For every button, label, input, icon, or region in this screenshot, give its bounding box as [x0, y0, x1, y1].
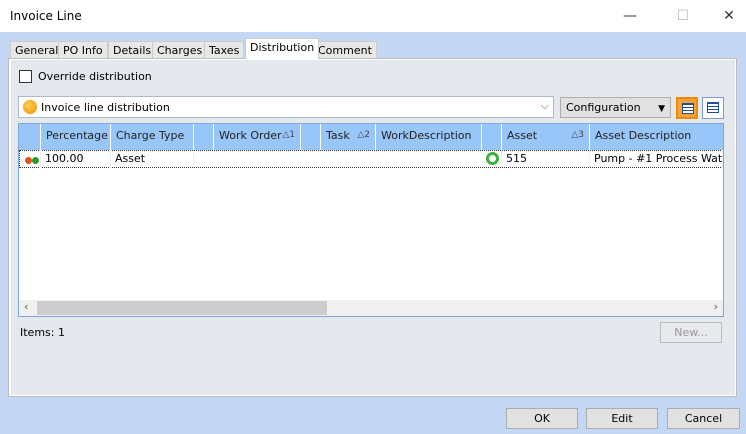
distribution-grid: Percentage Charge Type Work Order △1 Task…	[18, 123, 724, 317]
scroll-left-icon[interactable]: ‹	[24, 300, 28, 313]
detail-view-button[interactable]	[702, 97, 724, 119]
tab-general[interactable]: General	[10, 41, 64, 59]
close-button[interactable]: ✕	[719, 6, 739, 26]
scrollbar-thumb[interactable]	[37, 301, 327, 315]
cell-asset: 515	[502, 150, 590, 168]
header-blank-2[interactable]	[301, 124, 321, 150]
configuration-label: Configuration	[565, 101, 641, 114]
dropdown-arrow-icon: ▼	[658, 104, 666, 114]
window-title: Invoice Line	[10, 9, 82, 23]
cell-asset-description: Pump - #1 Process Water Pump	[590, 150, 723, 168]
tab-charges[interactable]: Charges	[152, 41, 208, 59]
configuration-button[interactable]: Configuration ▼	[560, 97, 671, 118]
header-work-description[interactable]: WorkDescription	[376, 124, 482, 150]
header-blank-3[interactable]	[482, 124, 502, 150]
sort-icon: △3	[571, 130, 584, 140]
cell-percentage: 100.00	[41, 150, 111, 168]
list-view-icon	[682, 103, 694, 114]
charge-type-icon	[21, 150, 41, 168]
chevron-down-icon[interactable]: ⌵	[541, 99, 549, 113]
header-task[interactable]: Task △2	[321, 124, 376, 150]
new-button[interactable]: New...	[660, 322, 722, 343]
header-work-order[interactable]: Work Order △1	[214, 124, 301, 150]
tab-distribution[interactable]: Distribution	[245, 38, 320, 59]
ok-button[interactable]: OK	[506, 408, 578, 429]
distribution-combo-value: Invoice line distribution	[41, 101, 170, 114]
edit-button[interactable]: Edit	[586, 408, 658, 429]
sort-icon: △1	[282, 130, 295, 140]
tab-comment[interactable]: Comment	[313, 41, 377, 59]
sort-icon: △2	[357, 130, 370, 140]
override-distribution-label: Override distribution	[38, 70, 152, 83]
header-work-order-label: Work Order	[219, 129, 282, 142]
header-asset-description[interactable]: Asset Description	[590, 124, 723, 150]
detail-view-icon	[707, 102, 719, 113]
tab-taxes[interactable]: Taxes	[204, 41, 245, 59]
maximize-button[interactable]: ☐	[673, 6, 693, 26]
tab-details[interactable]: Details	[108, 41, 157, 59]
row-indicator-header	[19, 124, 41, 150]
header-task-label: Task	[326, 129, 350, 142]
header-asset[interactable]: Asset △3	[502, 124, 590, 150]
list-view-button[interactable]	[676, 97, 698, 119]
scroll-right-icon[interactable]: ›	[714, 300, 718, 313]
title-bar: Invoice Line — ☐ ✕	[0, 0, 746, 32]
recycle-icon	[482, 150, 502, 168]
items-count: Items: 1	[20, 326, 65, 339]
horizontal-scrollbar[interactable]: ‹ ›	[19, 300, 723, 316]
cancel-button[interactable]: Cancel	[667, 408, 740, 429]
distribution-icon	[23, 100, 37, 114]
cell-charge-type: Asset	[111, 150, 194, 168]
override-distribution-checkbox[interactable]	[19, 70, 32, 83]
header-charge-type[interactable]: Charge Type	[111, 124, 194, 150]
distribution-combo[interactable]: Invoice line distribution ⌵	[18, 96, 554, 118]
tab-po-info[interactable]: PO Info	[58, 41, 108, 59]
minimize-button[interactable]: —	[620, 6, 640, 26]
header-asset-label: Asset	[507, 129, 538, 142]
header-blank-1[interactable]	[194, 124, 214, 150]
header-percentage[interactable]: Percentage	[41, 124, 111, 150]
